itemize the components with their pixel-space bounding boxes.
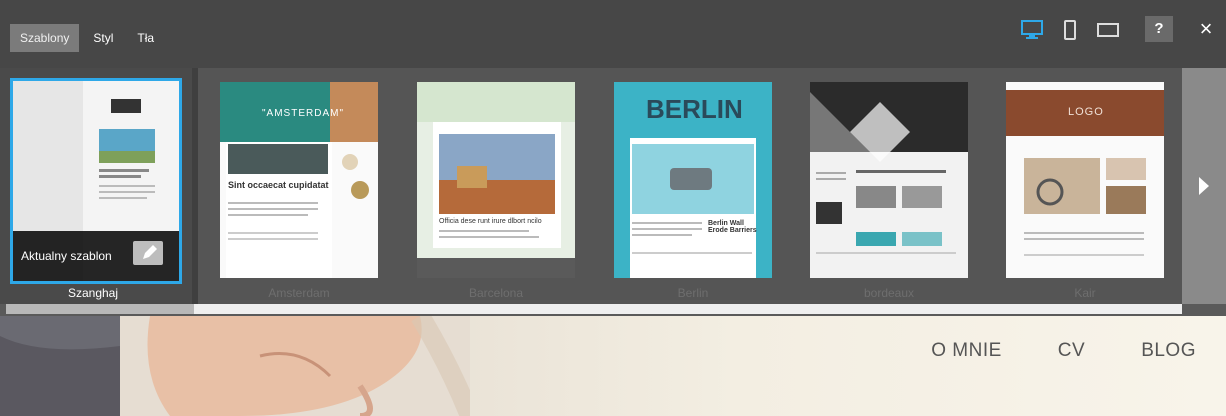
current-template-label: Aktualny szablon [21,249,112,263]
barcelona-subheading: Officia dese runt irure dlbort ncilo [439,218,542,225]
nav-cv[interactable]: CV [1058,340,1085,362]
chevron-right-icon [1199,177,1209,195]
panel-tabs: Szablony Styl Tła [10,24,164,52]
device-switcher [1020,18,1120,42]
scrollbar-thumb[interactable] [6,304,194,314]
edit-template-button[interactable] [133,241,163,265]
site-preview: O MNIE CV BLOG [0,316,1226,416]
tablet-view-button[interactable] [1096,18,1120,42]
tab-templates[interactable]: Szablony [10,24,80,52]
kair-logo-text: LOGO [1068,106,1104,118]
current-template-overlay: Aktualny szablon [13,231,179,281]
template-label-bordeaux: bordeaux [863,286,915,300]
template-preview-barcelona [417,82,575,278]
amsterdam-heading: "AMSTERDAM" [262,108,344,119]
template-thumb-bordeaux[interactable] [810,82,968,278]
next-templates-button[interactable] [1182,68,1226,304]
template-label-kair: Kair [1074,286,1096,300]
template-thumb-barcelona[interactable]: Officia dese runt irure dlbort ncilo [417,82,575,278]
amsterdam-subheading: Sint occaecat cupidatat [228,180,329,190]
help-button[interactable]: ? [1145,16,1173,42]
tablet-landscape-icon [1097,23,1119,37]
gallery-divider [192,68,198,308]
editor-toolbar: Szablony Styl Tła ? × [0,0,1226,68]
monitor-icon [1021,20,1043,39]
template-gallery: Aktualny szablon Szanghaj "AMSTERDAM" Si… [0,68,1226,316]
pencil-icon [143,245,157,259]
template-label-berlin: Berlin [677,286,709,300]
template-label-amsterdam: Amsterdam [268,286,330,300]
template-thumb-kair[interactable]: LOGO [1006,82,1164,278]
desktop-view-button[interactable] [1020,18,1044,42]
berlin-subheading: Berlin Wall Erode Barriers [708,220,757,234]
nav-about[interactable]: O MNIE [931,340,1002,362]
mobile-view-button[interactable] [1058,18,1082,42]
template-label-szanghaj: Szanghaj [67,286,119,300]
close-button[interactable]: × [1194,16,1218,42]
site-nav: O MNIE CV BLOG [931,340,1196,362]
tab-backgrounds[interactable]: Tła [127,24,164,52]
berlin-heading: BERLIN [646,94,743,124]
nav-blog[interactable]: BLOG [1141,340,1196,362]
template-thumb-szanghaj[interactable]: Aktualny szablon [10,78,182,284]
tab-style[interactable]: Styl [83,24,123,52]
template-preview-bordeaux [810,82,968,278]
template-thumb-amsterdam[interactable]: "AMSTERDAM" Sint occaecat cupidatat [220,82,378,278]
phone-icon [1064,20,1076,40]
hero-photo [0,316,470,416]
template-thumb-berlin[interactable]: BERLIN Berlin Wall Erode Barriers [614,82,772,278]
template-label-barcelona: Barcelona [468,286,524,300]
